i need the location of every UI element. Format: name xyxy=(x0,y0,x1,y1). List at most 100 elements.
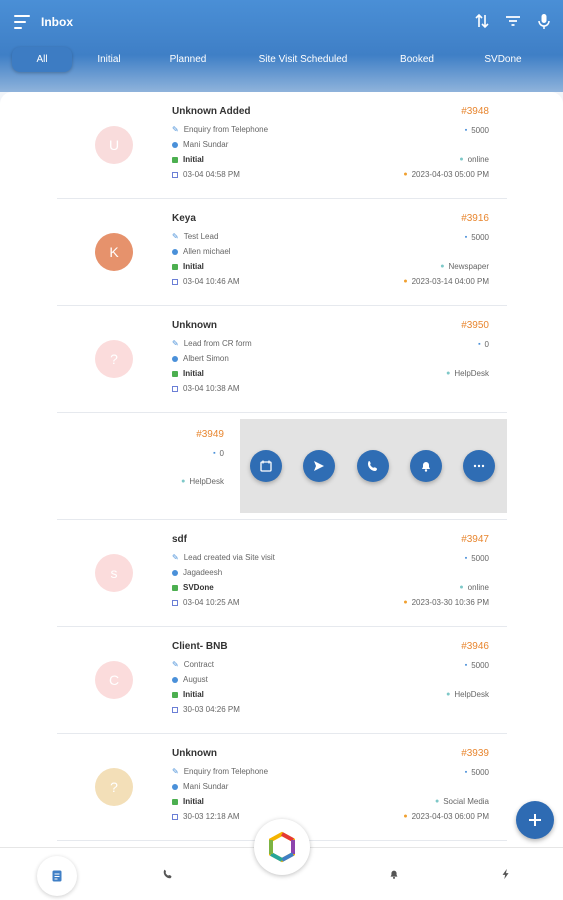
status-icon xyxy=(172,798,178,805)
lead-name: Unknown xyxy=(172,320,217,331)
lead-list: U Unknown Added ✎ Enquiry from Telephone … xyxy=(0,92,563,847)
nav-inbox-button[interactable] xyxy=(37,856,77,896)
tab-planned[interactable]: Planned xyxy=(160,54,216,65)
lead-created-time: 30-03 04:26 PM xyxy=(183,705,240,714)
followup-dot-icon: ● xyxy=(403,813,408,820)
lead-source: online xyxy=(467,155,489,164)
filter-icon[interactable] xyxy=(504,12,522,30)
phone-icon xyxy=(368,461,377,471)
lead-item[interactable]: U Unknown Added ✎ Enquiry from Telephone … xyxy=(57,92,507,199)
source-icon: ● xyxy=(459,156,464,163)
lead-amount: 5000 xyxy=(471,554,489,563)
source-icon: ● xyxy=(446,370,451,377)
avatar: C xyxy=(95,661,133,699)
lead-status: Initial xyxy=(183,797,204,806)
lead-followup-time: 2023-03-14 04:00 PM xyxy=(411,277,489,286)
calendar-icon xyxy=(172,278,178,285)
lead-amount: 5000 xyxy=(471,661,489,670)
pencil-icon: ✎ xyxy=(172,660,179,669)
lead-description: Enquiry from Telephone xyxy=(183,767,269,776)
lead-name: Unknown Added xyxy=(172,106,251,117)
app-logo-button[interactable] xyxy=(254,819,310,875)
lead-created-time: 03-04 10:38 AM xyxy=(183,384,240,393)
add-lead-button[interactable] xyxy=(516,801,554,839)
send-icon xyxy=(314,461,324,471)
calendar-icon xyxy=(172,385,178,392)
status-icon xyxy=(172,156,178,163)
nav-notifications-button[interactable] xyxy=(386,866,402,882)
lead-owner: Jagadeesh xyxy=(183,568,223,577)
followup-dot-icon: ● xyxy=(403,171,408,178)
lead-source: HelpDesk xyxy=(454,369,489,378)
lead-id: #3949 xyxy=(196,429,224,440)
lead-source: HelpDesk xyxy=(189,477,224,486)
lead-amount: 0 xyxy=(484,340,489,349)
lead-id: #3916 xyxy=(461,213,489,224)
money-icon: ▪ xyxy=(213,450,216,457)
pencil-icon: ✎ xyxy=(172,767,179,776)
lead-status: Initial xyxy=(183,155,204,164)
lead-id: #3946 xyxy=(461,641,489,652)
lead-created-time: 30-03 12:18 AM xyxy=(183,812,240,821)
calendar-icon xyxy=(172,706,178,713)
followup-dot-icon: ● xyxy=(403,599,408,606)
lead-name: Keya xyxy=(172,213,196,224)
status-icon xyxy=(172,691,178,698)
menu-icon[interactable] xyxy=(14,15,30,29)
tab-svdone[interactable]: SVDone xyxy=(475,54,531,65)
lead-source: HelpDesk xyxy=(454,690,489,699)
lead-owner: Mani Sundar xyxy=(183,782,229,791)
tab-booked[interactable]: Booked xyxy=(390,54,444,65)
nav-calls-button[interactable] xyxy=(160,866,176,882)
money-icon: ▪ xyxy=(464,555,468,562)
calendar-action-button[interactable] xyxy=(250,450,282,482)
calendar-icon xyxy=(172,599,178,606)
money-icon: ▪ xyxy=(464,769,468,776)
lead-owner: August xyxy=(183,675,208,684)
lead-item[interactable]: s sdf ✎ Lead created via Site visit Jagad… xyxy=(57,520,507,627)
lead-status: Initial xyxy=(183,262,204,271)
microphone-icon[interactable] xyxy=(535,12,553,30)
source-icon: ● xyxy=(434,798,440,805)
pencil-icon: ✎ xyxy=(172,232,179,241)
tab-all[interactable]: All xyxy=(12,46,72,72)
more-action-button[interactable] xyxy=(463,450,495,482)
lead-description: Test Lead xyxy=(183,232,219,241)
send-action-button[interactable] xyxy=(303,450,335,482)
bell-icon xyxy=(422,462,430,472)
tab-initial[interactable]: Initial xyxy=(85,54,133,65)
reminder-action-button[interactable] xyxy=(410,450,442,482)
source-icon: ● xyxy=(440,263,445,270)
lead-description: Lead created via Site visit xyxy=(183,553,275,562)
person-icon xyxy=(172,569,178,576)
calendar-icon xyxy=(172,171,178,178)
source-icon: ● xyxy=(459,584,464,591)
lead-source: Newspaper xyxy=(448,262,489,271)
lead-item[interactable]: ? Unknown ✎ Lead from CR form Albert Simo… xyxy=(57,306,507,413)
avatar: s xyxy=(95,554,133,592)
money-icon: ▪ xyxy=(464,662,468,669)
lead-name: sdf xyxy=(172,534,187,545)
more-icon xyxy=(473,464,485,468)
tab-site-visit-scheduled[interactable]: Site Visit Scheduled xyxy=(248,54,358,65)
sort-icon[interactable] xyxy=(473,12,491,30)
lead-amount: 5000 xyxy=(471,126,489,135)
person-icon xyxy=(172,676,178,683)
calendar-icon xyxy=(172,813,178,820)
source-icon: ● xyxy=(446,691,451,698)
lead-status: Initial xyxy=(183,690,204,699)
lead-item[interactable]: C Client- BNB ✎ Contract August Initial 3… xyxy=(57,627,507,734)
lead-item[interactable]: K Keya ✎ Test Lead Allen michael Initial … xyxy=(57,199,507,306)
money-icon: ▪ xyxy=(478,341,481,348)
lead-source: online xyxy=(467,583,489,592)
call-action-button[interactable] xyxy=(357,450,389,482)
lead-owner: Allen michael xyxy=(183,247,231,256)
lead-amount: 5000 xyxy=(471,768,489,777)
status-icon xyxy=(172,370,178,377)
pencil-icon: ✎ xyxy=(172,339,179,348)
lead-followup-time: 2023-03-30 10:36 PM xyxy=(411,598,489,607)
lead-owner: Mani Sundar xyxy=(183,140,229,149)
lead-status: SVDone xyxy=(183,583,214,592)
nav-quick-actions-button[interactable] xyxy=(498,866,514,882)
status-tabs: All Initial Planned Site Visit Scheduled… xyxy=(0,44,563,74)
